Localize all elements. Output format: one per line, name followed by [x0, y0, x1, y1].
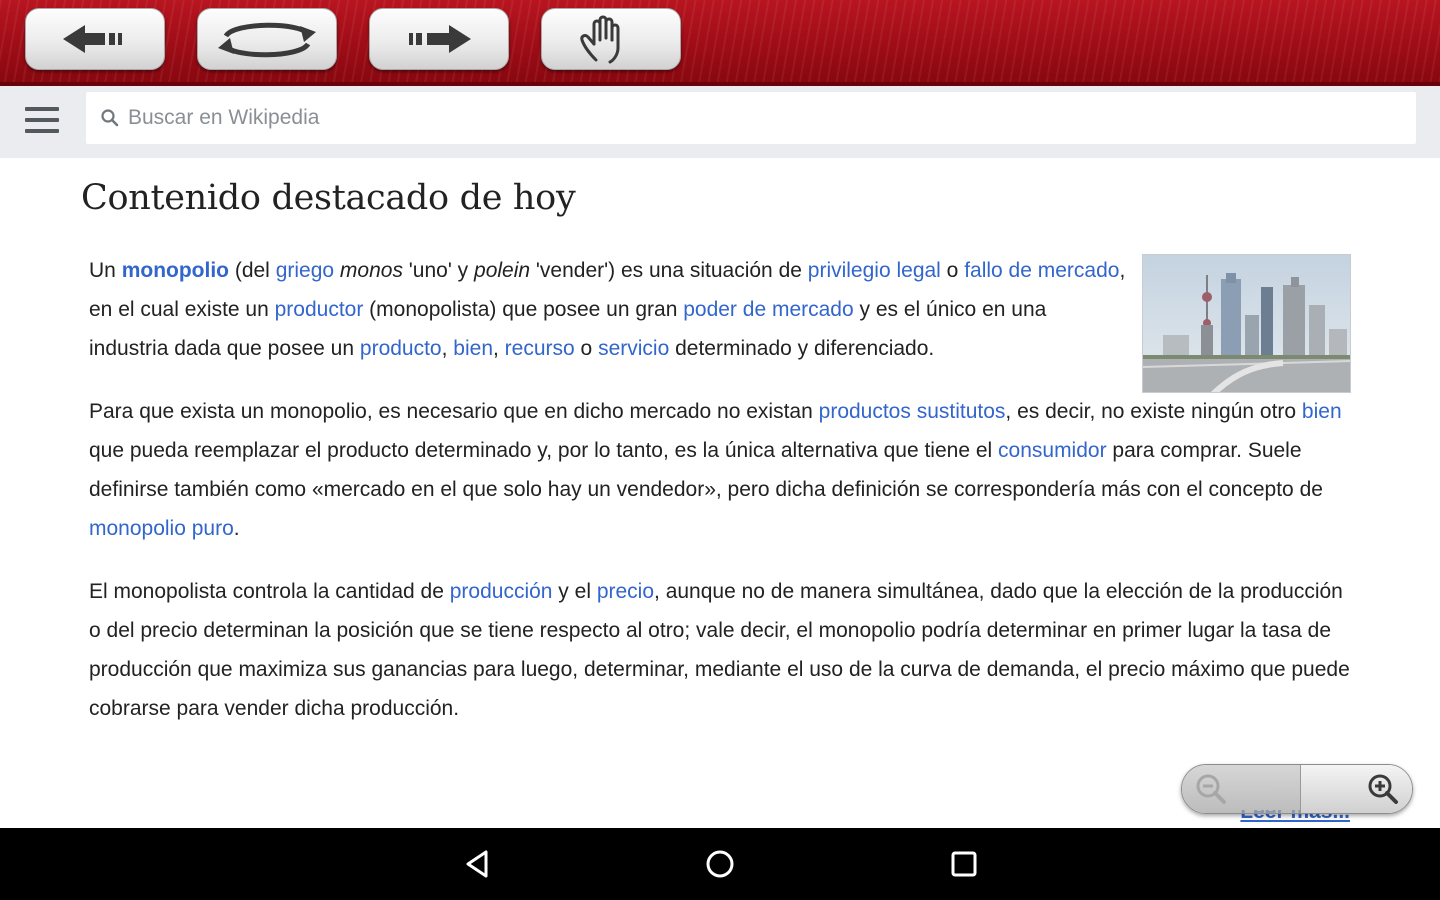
link-recurso[interactable]: recurso — [505, 337, 575, 360]
link-productos-sustitutos[interactable]: productos sustitutos — [819, 400, 1006, 423]
hamburger-menu-icon[interactable] — [18, 100, 66, 140]
link-poder-de-mercado[interactable]: poder de mercado — [683, 298, 853, 321]
link-productor[interactable]: productor — [275, 298, 364, 321]
nav-recents-icon — [951, 851, 977, 877]
arrow-right-icon — [409, 25, 471, 53]
search-input[interactable] — [128, 106, 1328, 130]
search-icon — [101, 109, 119, 127]
link-consumidor[interactable]: consumidor — [998, 439, 1107, 462]
arrow-left-icon — [63, 25, 122, 53]
link-privilegio-legal[interactable]: privilegio legal — [808, 259, 941, 282]
section-heading: Contenido destacado de hoy — [81, 178, 576, 218]
nav-back-icon — [466, 850, 488, 878]
refresh-button[interactable] — [197, 8, 337, 70]
link-precio[interactable]: precio — [597, 580, 654, 603]
zoom-in-button[interactable] — [1300, 765, 1412, 813]
system-nav-bar — [0, 828, 1440, 900]
refresh-icon — [218, 22, 316, 58]
nav-home-button[interactable] — [702, 846, 738, 882]
article-body: Un monopolio (del griego monos 'uno' y p… — [89, 251, 1354, 752]
zoom-in-icon — [1368, 774, 1398, 804]
browser-toolbar — [0, 0, 1440, 86]
nav-home-icon — [706, 850, 734, 878]
paragraph-3: El monopolista controla la cantidad de p… — [89, 580, 1350, 720]
link-monopolio[interactable]: monopolio — [122, 259, 229, 282]
nav-back-button[interactable] — [460, 846, 496, 882]
link-servicio[interactable]: servicio — [598, 337, 669, 360]
back-button[interactable] — [25, 8, 165, 70]
paragraph-2: Para que exista un monopolio, es necesar… — [89, 400, 1342, 540]
link-bien[interactable]: bien — [453, 337, 493, 360]
link-producto[interactable]: producto — [360, 337, 442, 360]
link-bien-2[interactable]: bien — [1302, 400, 1342, 423]
forward-button[interactable] — [369, 8, 509, 70]
link-monopolio-puro[interactable]: monopolio puro — [89, 517, 234, 540]
link-griego[interactable]: griego — [276, 259, 334, 282]
link-fallo-de-mercado[interactable]: fallo de mercado — [964, 259, 1119, 282]
nav-recents-button[interactable] — [946, 846, 982, 882]
link-produccion[interactable]: producción — [450, 580, 553, 603]
pan-button[interactable] — [541, 8, 681, 70]
search-bar — [0, 86, 1440, 158]
paragraph-1: Un monopolio (del griego monos 'uno' y p… — [89, 259, 1126, 360]
search-box[interactable] — [86, 92, 1416, 144]
zoom-out-button[interactable] — [1182, 765, 1300, 813]
zoom-control — [1181, 764, 1413, 814]
zoom-out-icon — [1196, 774, 1226, 804]
hand-icon — [580, 15, 620, 64]
